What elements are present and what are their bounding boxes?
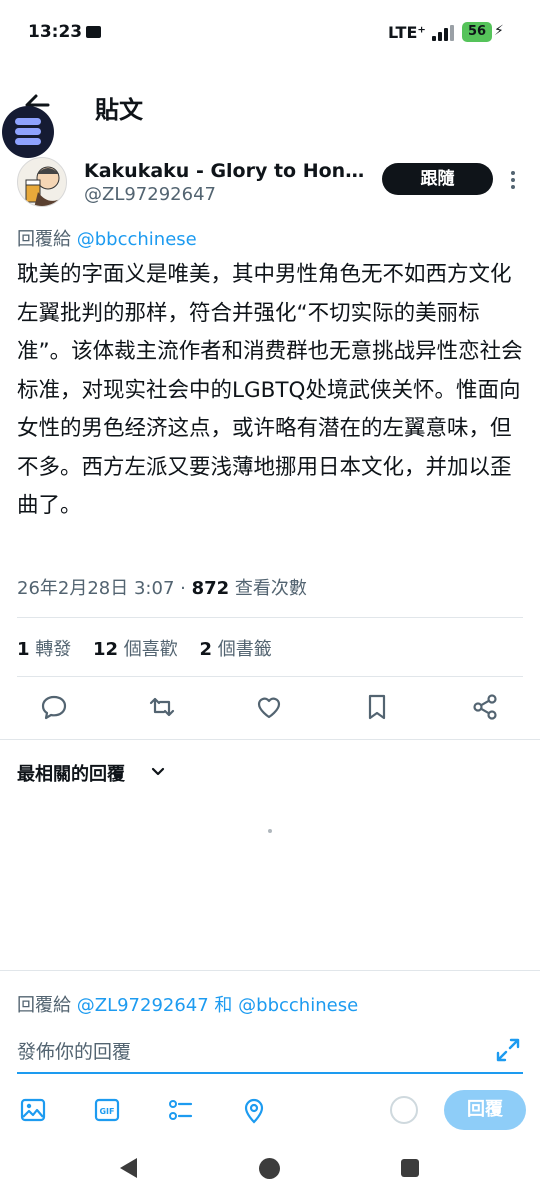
author-name[interactable]: Kakukaku - Glory to Hong...	[84, 160, 369, 182]
divider	[17, 676, 523, 677]
divider	[17, 617, 523, 618]
loading-indicator	[268, 829, 272, 833]
bookmark-stat[interactable]: 2 個書籤	[200, 639, 272, 660]
network-type: LTE⁺	[388, 23, 426, 42]
location-icon[interactable]	[239, 1095, 269, 1125]
top-bar: 貼文	[0, 66, 540, 146]
like-stat[interactable]: 12 個喜歡	[93, 639, 178, 660]
system-nav-bar	[0, 1140, 540, 1200]
status-bar: 13:23 LTE⁺ 56 ⚡	[0, 0, 540, 66]
floating-assistant-bubble[interactable]	[2, 106, 54, 158]
expand-icon[interactable]	[494, 1036, 522, 1064]
retweet-icon[interactable]	[145, 690, 179, 724]
view-count-label: 查看次數	[229, 578, 307, 599]
share-icon[interactable]	[468, 690, 502, 724]
gif-icon[interactable]: GIF	[92, 1095, 122, 1125]
nav-recents-icon[interactable]	[401, 1159, 419, 1177]
follow-button[interactable]: 跟隨	[382, 163, 493, 195]
tweet-meta: 26年2月28日 3:07 · 872 查看次數	[17, 574, 307, 600]
status-time: 13:23	[28, 22, 83, 42]
nav-back-icon[interactable]	[120, 1158, 137, 1178]
replying-to: 回覆給 @bbcchinese	[17, 225, 197, 251]
composer-replying-to: 回覆給 @ZL97292647 和 @bbcchinese	[17, 991, 358, 1017]
avatar[interactable]	[17, 157, 67, 207]
character-count-indicator	[390, 1096, 418, 1124]
reply-input[interactable]	[17, 1034, 487, 1070]
bookmark-count: 2	[199, 639, 213, 660]
charging-icon: ⚡	[494, 23, 504, 39]
signal-icon	[432, 25, 456, 41]
tweet-timestamp[interactable]: 26年2月28日 3:07 ·	[17, 578, 192, 599]
composer-reply-users[interactable]: @ZL97292647 和 @bbcchinese	[77, 995, 358, 1016]
reply-sort-label[interactable]: 最相關的回覆	[17, 760, 125, 786]
battery-level: 56	[462, 22, 492, 42]
retweet-count: 1	[17, 639, 30, 660]
like-icon[interactable]	[252, 690, 286, 724]
retweet-stat[interactable]: 1 轉發	[17, 639, 71, 660]
page-title: 貼文	[95, 96, 143, 124]
composer-reply-prefix: 回覆給	[17, 995, 77, 1016]
svg-text:GIF: GIF	[99, 1107, 114, 1116]
image-icon[interactable]	[18, 1095, 48, 1125]
replying-to-prefix: 回覆給	[17, 229, 77, 250]
view-count: 872	[191, 578, 230, 599]
retweet-label: 轉發	[29, 639, 72, 660]
author-handle[interactable]: @ZL97292647	[84, 184, 216, 205]
chevron-down-icon[interactable]	[151, 764, 165, 778]
bookmark-label: 個書籤	[212, 639, 272, 660]
reply-submit-button[interactable]: 回覆	[444, 1090, 526, 1130]
nav-home-icon[interactable]	[259, 1158, 280, 1179]
bookmark-icon[interactable]	[360, 690, 394, 724]
sim-card-icon	[86, 26, 101, 38]
more-icon[interactable]	[505, 168, 521, 192]
tweet-text: 耽美的字面义是唯美，其中男性角色无不如西方文化左翼批判的那样，符合并强化“不切实…	[17, 262, 523, 518]
like-count: 12	[93, 639, 119, 660]
replying-to-user-link[interactable]: @bbcchinese	[77, 229, 197, 250]
input-underline	[17, 1072, 523, 1074]
divider	[0, 739, 540, 740]
tweet-stats: 1 轉發 12 個喜歡 2 個書籤	[17, 635, 288, 661]
like-label: 個喜歡	[118, 639, 178, 660]
reply-icon[interactable]	[37, 690, 71, 724]
poll-icon[interactable]	[165, 1095, 195, 1125]
divider	[0, 970, 540, 971]
